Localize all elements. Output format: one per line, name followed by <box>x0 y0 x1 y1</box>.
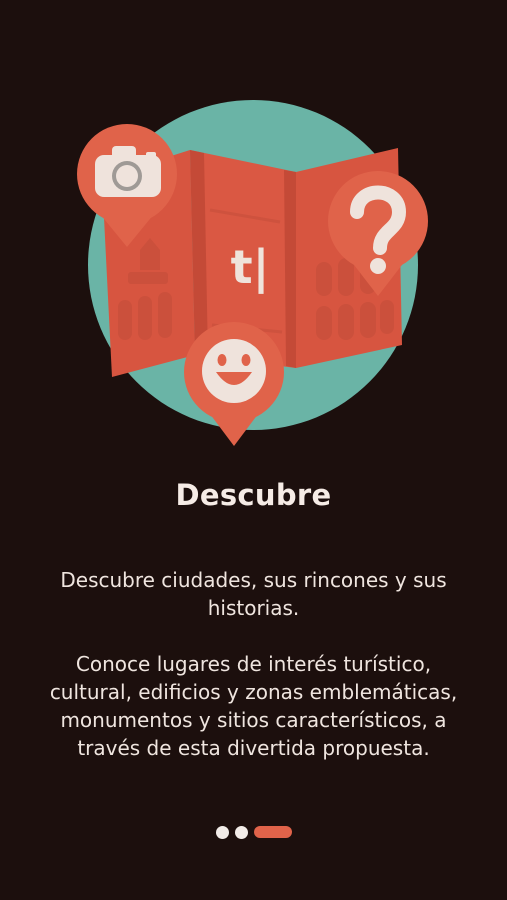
discover-illustration: t| <box>77 100 428 446</box>
page-indicator <box>0 824 507 840</box>
app-logo: t| <box>231 240 270 295</box>
smiley-icon <box>202 339 266 403</box>
description-intro: Descubre ciudades, sus rincones y sus hi… <box>60 568 447 620</box>
page-title: Descubre <box>175 478 332 512</box>
description-details: Conoce lugares de interés turístico, cul… <box>49 652 458 760</box>
page-dot-2[interactable] <box>234 825 248 839</box>
page-dot-3-active[interactable] <box>253 826 292 838</box>
page-dot-1[interactable] <box>215 825 229 839</box>
